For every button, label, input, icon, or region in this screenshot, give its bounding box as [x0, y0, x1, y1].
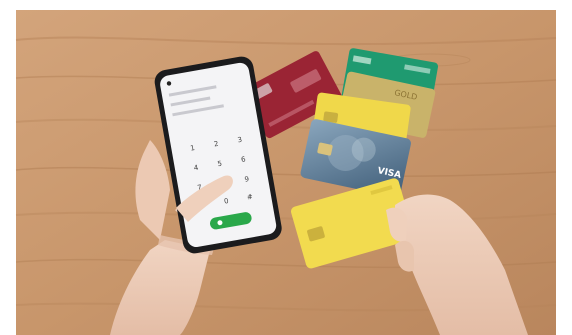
photo-scene: GOLD VISA 1 2 3 4 5 6 7 9 0 # — [0, 0, 572, 335]
